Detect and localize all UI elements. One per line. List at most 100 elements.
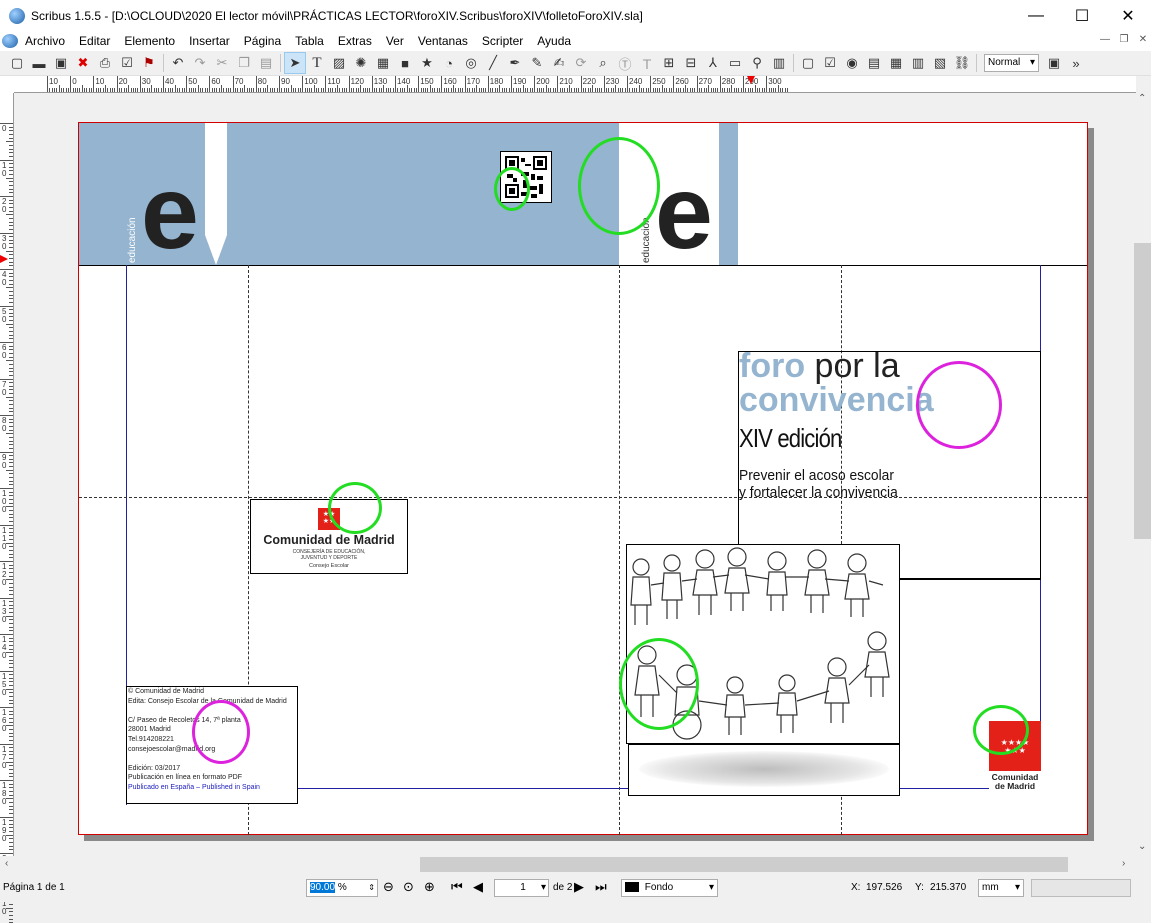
layer-select[interactable]: Fondo ▾ [621,879,718,897]
vertical-scrollbar[interactable]: ⌃ ⌄ [1134,93,1151,856]
zoom-spin-icon[interactable]: ⇕ [368,880,375,896]
menu-extras[interactable]: Extras [331,34,379,48]
print-icon[interactable]: ⎙ [94,52,116,74]
color-management-icon[interactable]: ▣ [1043,52,1065,74]
ruler-minor-tick [608,88,610,92]
page-number-field[interactable]: 1 ▾ [494,879,549,897]
paste-icon[interactable]: ▤ [255,52,277,74]
link-frames-icon[interactable]: ⊞ [658,52,680,74]
shadow-image-frame[interactable] [628,744,900,796]
eyedropper-icon[interactable]: ⚲ [746,52,768,74]
menu-elemento[interactable]: Elemento [117,34,182,48]
edit-mode-select[interactable]: Normal [984,54,1039,72]
freehand-icon[interactable]: ✎ [526,52,548,74]
edit-text-icon[interactable]: Ⓣ [614,52,636,74]
minimize-button[interactable]: — [1013,0,1059,31]
zoom-in-icon[interactable]: ⊕ [424,879,435,895]
cut-icon[interactable]: ✂ [211,52,233,74]
zoom-icon[interactable]: ⌕ [592,52,614,74]
menu-ventanas[interactable]: Ventanas [411,34,475,48]
horizontal-scroll-thumb[interactable] [420,857,1068,872]
scroll-right-icon[interactable]: › [1122,858,1125,869]
menu-scripter[interactable]: Scripter [475,34,530,48]
brand-e-right: e [655,155,713,271]
pdf-textfield-icon[interactable]: ▤ [863,52,885,74]
story-editor-icon[interactable]: Ｔ [636,52,658,74]
layer-dropdown-icon[interactable]: ▾ [709,880,714,896]
rotate-icon[interactable]: ⟳ [570,52,592,74]
ruler-minor-tick [768,88,770,92]
document-icon[interactable] [2,34,18,48]
close-doc-icon[interactable]: ✖ [72,52,94,74]
y-coord-value: 215.370 [930,882,967,893]
next-page-icon[interactable]: ▶ [574,879,584,895]
pdf-icon[interactable]: ⚑ [138,52,160,74]
page-dropdown-icon[interactable]: ▾ [541,880,546,896]
preflight-icon[interactable]: ☑ [116,52,138,74]
pdf-annotation-icon[interactable]: ▧ [929,52,951,74]
horizontal-scrollbar[interactable]: ‹ › [0,856,1134,873]
pdf-list-icon[interactable]: ▥ [907,52,929,74]
vertical-ruler[interactable]: 0 10 20 30 40 50 60 70 80 90 100 110 120 130 140 150 160… [0,93,14,923]
pdf-radio-icon[interactable]: ◉ [841,52,863,74]
image-frame-icon[interactable]: ▨ [328,52,350,74]
barcode-icon[interactable]: ▥ [768,52,790,74]
unlink-frames-icon[interactable]: ⊟ [680,52,702,74]
menu-archivo[interactable]: Archivo [18,34,72,48]
zoom-out-icon[interactable]: ⊖ [383,879,394,895]
canvas[interactable]: e e educación educación foro por la conv… [15,93,1134,856]
horizontal-ruler[interactable]: 10 0 10 20 30 40 50 60 70 80 90 100 110 120 130 140 150 1… [14,76,1136,93]
calligraphic-icon[interactable]: ✍ [548,52,570,74]
copy-props-icon[interactable]: ▭ [724,52,746,74]
ruler-minor-tick [9,630,13,632]
pdf-combo-icon[interactable]: ▦ [885,52,907,74]
maximize-button[interactable]: ☐ [1059,0,1105,31]
unit-select[interactable]: mm ▾ [978,879,1024,897]
open-icon[interactable]: ▬ [28,52,50,74]
save-icon[interactable]: ▣ [50,52,72,74]
text-frame-icon[interactable]: T [306,52,328,74]
pdf-link-icon[interactable]: ⛓ [951,52,973,74]
banner-ribbon-right[interactable] [719,123,738,265]
unit-dropdown-icon[interactable]: ▾ [1015,880,1020,896]
menu-pagina[interactable]: Página [237,34,288,48]
line-icon[interactable]: ╱ [482,52,504,74]
menu-insertar[interactable]: Insertar [182,34,237,48]
prev-page-icon[interactable]: ◀ [473,879,483,895]
first-page-icon[interactable]: ⏮ [451,879,463,895]
table-icon[interactable]: ▦ [372,52,394,74]
toolbar-overflow-icon[interactable]: » [1065,52,1087,74]
menu-tabla[interactable]: Tabla [288,34,331,48]
redo-icon[interactable]: ↷ [189,52,211,74]
menu-ver[interactable]: Ver [379,34,411,48]
spiral-icon[interactable]: ◎ [460,52,482,74]
menu-ayuda[interactable]: Ayuda [530,34,578,48]
menu-editar[interactable]: Editar [72,34,117,48]
measure-icon[interactable]: ⅄ [702,52,724,74]
shape-icon[interactable]: ■ [394,52,416,74]
undo-icon[interactable]: ↶ [167,52,189,74]
scroll-up-icon[interactable]: ⌃ [1138,93,1146,104]
scroll-down-icon[interactable]: ⌄ [1138,841,1146,852]
zoom-field[interactable]: 90.00 % ⇕ [306,879,378,897]
new-icon[interactable]: ▢ [6,52,28,74]
column-guide-2[interactable] [619,265,620,835]
ruler-minor-tick [9,225,13,227]
mdi-restore-icon[interactable]: ❐ [1116,33,1132,47]
render-frame-icon[interactable]: ✺ [350,52,372,74]
close-window-button[interactable]: ✕ [1105,0,1151,31]
scroll-left-icon[interactable]: ‹ [5,858,8,869]
bezier-icon[interactable]: ✒ [504,52,526,74]
pdf-button-icon[interactable]: ▢ [797,52,819,74]
copy-icon[interactable]: ❐ [233,52,255,74]
polygon-icon[interactable]: ★ [416,52,438,74]
mdi-close-icon[interactable]: ✕ [1135,33,1151,47]
arc-icon[interactable]: ◔ [438,52,460,74]
last-page-icon[interactable]: ⏭ [595,879,607,895]
pdf-checkbox-icon[interactable]: ☑ [819,52,841,74]
zoom-100-icon[interactable]: ⊙ [403,879,414,895]
select-icon[interactable]: ➤ [284,52,306,74]
ruler-minor-tick [149,88,151,92]
vertical-scroll-thumb[interactable] [1134,243,1151,539]
mdi-minimize-icon[interactable]: — [1097,33,1113,47]
